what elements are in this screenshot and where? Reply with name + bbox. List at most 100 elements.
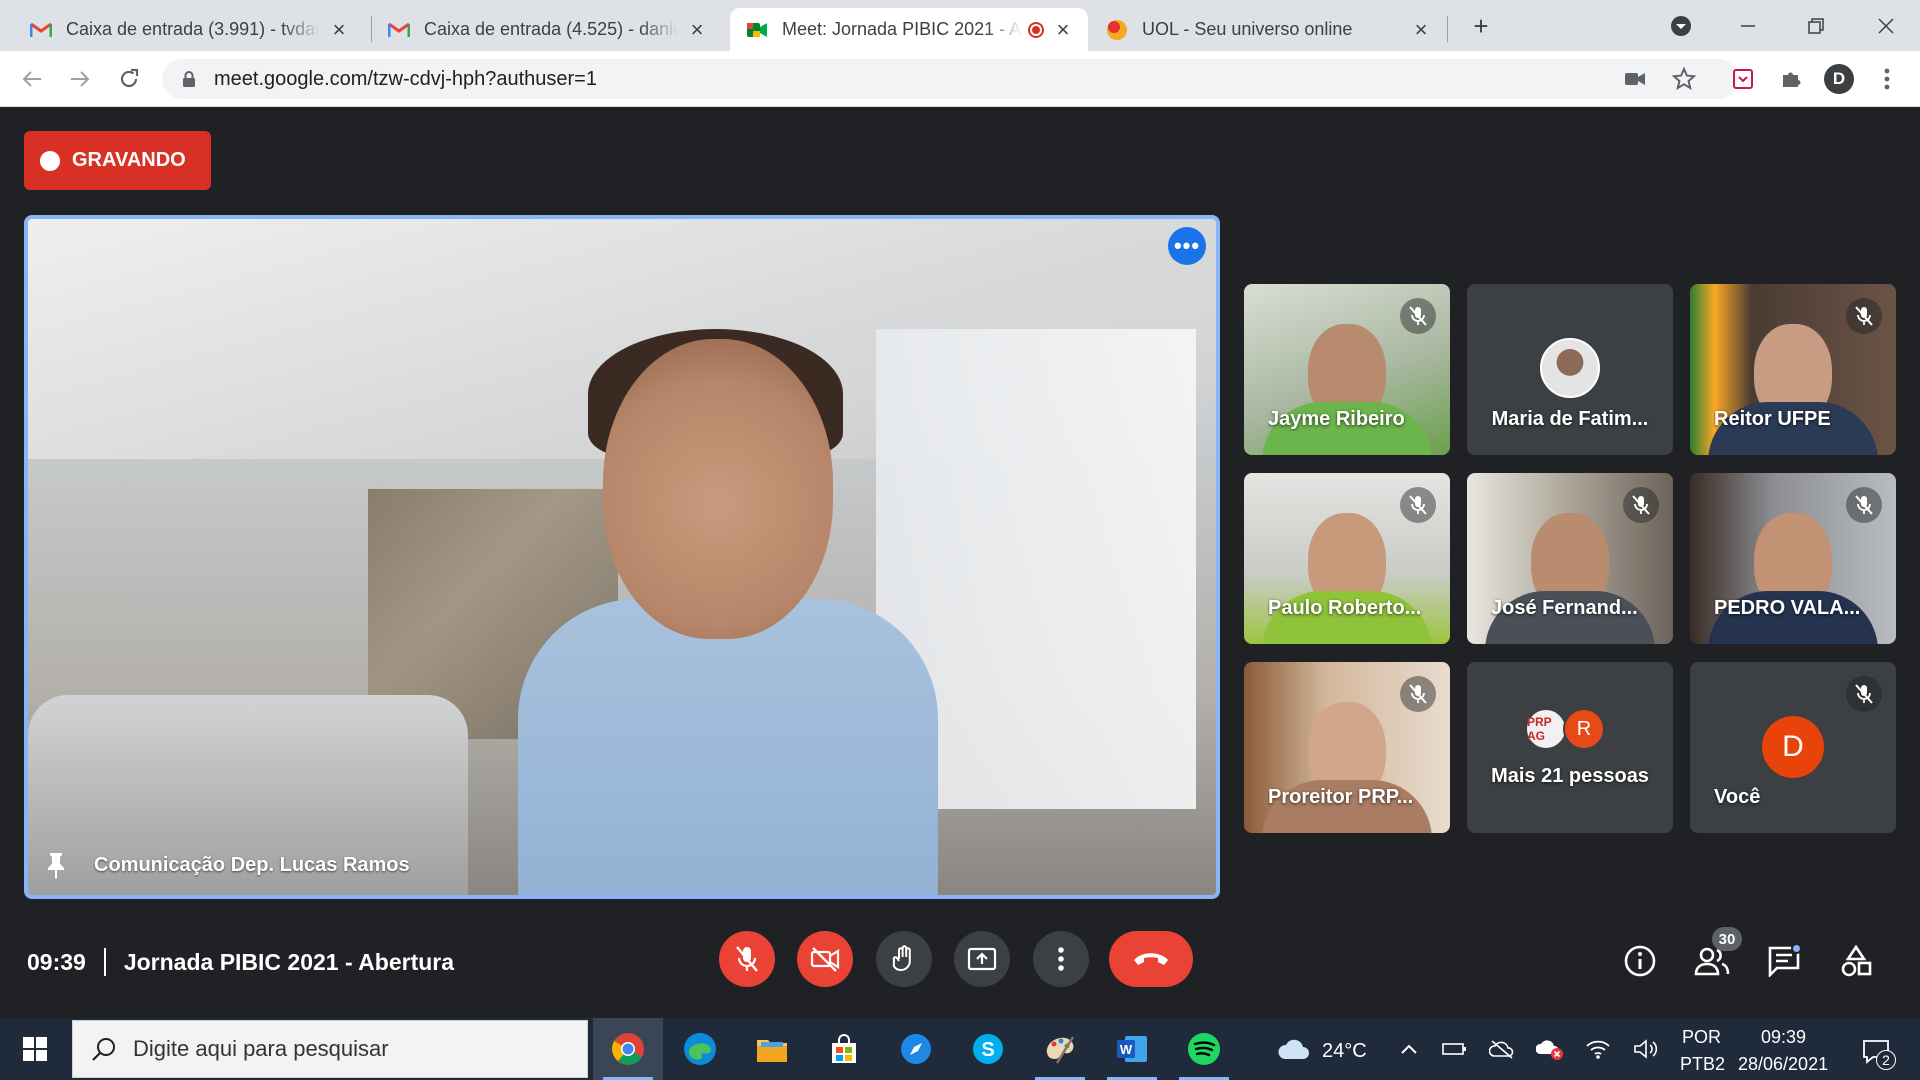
window-close-icon[interactable]: [1870, 10, 1902, 42]
back-arrow-icon[interactable]: [14, 61, 50, 97]
leave-call-button[interactable]: [1109, 931, 1193, 987]
participant-tile[interactable]: PEDRO VALA...: [1690, 473, 1896, 644]
battery-icon[interactable]: [1440, 1036, 1468, 1062]
recording-indicator-icon: [1028, 21, 1044, 38]
tab-title: Caixa de entrada (4.525) - daniel.: [424, 19, 678, 39]
skype-app-icon[interactable]: S: [953, 1018, 1023, 1080]
tab-gmail-2[interactable]: Caixa de entrada (4.525) - daniel. ×: [372, 8, 722, 51]
forward-arrow-icon[interactable]: [62, 61, 98, 97]
mic-off-icon: [1400, 298, 1436, 334]
chat-button[interactable]: [1760, 937, 1808, 985]
windows-start-icon[interactable]: [0, 1018, 70, 1080]
uol-icon: [1106, 19, 1128, 41]
browser-menu-icon[interactable]: [1867, 59, 1907, 99]
present-screen-button[interactable]: [954, 931, 1010, 987]
close-icon[interactable]: ×: [686, 18, 708, 41]
pin-icon[interactable]: [44, 851, 68, 879]
participant-tile[interactable]: Paulo Roberto...: [1244, 473, 1450, 644]
weather-cloud-icon[interactable]: [1276, 1036, 1312, 1062]
participant-tile[interactable]: Maria de Fatim...: [1467, 284, 1673, 455]
new-tab-plus-icon[interactable]: +: [1465, 10, 1497, 42]
participant-tile[interactable]: Proreitor PRP...: [1244, 662, 1450, 833]
tab-gmail-1[interactable]: Caixa de entrada (3.991) - tvdanie ×: [14, 8, 364, 51]
participant-tile[interactable]: Reitor UFPE: [1690, 284, 1896, 455]
participants-button[interactable]: 30: [1688, 927, 1742, 985]
wifi-icon[interactable]: [1584, 1036, 1612, 1062]
notifications-icon[interactable]: 2: [1858, 1036, 1896, 1070]
restore-icon[interactable]: [1800, 10, 1832, 42]
tab-meet[interactable]: Meet: Jornada PIBIC 2021 - A ×: [730, 8, 1088, 51]
taskbar-clock-date[interactable]: 28/06/2021: [1738, 1054, 1828, 1075]
file-explorer-icon[interactable]: [737, 1018, 807, 1080]
recording-badge[interactable]: GRAVANDO: [24, 131, 211, 190]
more-participants-tile[interactable]: PRP AG R Mais 21 pessoas: [1467, 662, 1673, 833]
keyboard-layout[interactable]: PTB2: [1680, 1054, 1725, 1075]
mic-off-icon: [1623, 487, 1659, 523]
close-icon[interactable]: ×: [1410, 18, 1432, 41]
safari-style-app-icon[interactable]: [881, 1018, 951, 1080]
tile-more-options-icon[interactable]: •••: [1168, 227, 1206, 265]
mic-off-icon: [1400, 676, 1436, 712]
close-icon[interactable]: ×: [1052, 18, 1074, 41]
store-app-icon[interactable]: [809, 1018, 879, 1080]
participant-name: Jayme Ribeiro: [1268, 408, 1405, 430]
notification-count: 2: [1876, 1050, 1896, 1070]
taskbar-clock-time[interactable]: 09:39: [1761, 1027, 1806, 1048]
browser-toolbar: meet.google.com/tzw-cdvj-hph?authuser=1 …: [0, 51, 1920, 107]
mic-off-icon: [1846, 676, 1882, 712]
tab-title: Meet: Jornada PIBIC 2021 - A: [782, 19, 1022, 39]
paint-app-icon[interactable]: [1025, 1018, 1095, 1080]
spotify-app-icon[interactable]: [1169, 1018, 1239, 1080]
tab-title: Caixa de entrada (3.991) - tvdanie: [66, 19, 320, 39]
tab-separator: [1447, 16, 1448, 42]
recording-label: GRAVANDO: [72, 149, 186, 171]
word-app-icon[interactable]: W: [1097, 1018, 1167, 1080]
self-tile[interactable]: D Você: [1690, 662, 1896, 833]
close-icon[interactable]: ×: [328, 18, 350, 41]
tab-uol[interactable]: UOL - Seu universo online ×: [1090, 8, 1446, 51]
chevron-up-icon[interactable]: [1395, 1036, 1423, 1062]
extension-shield-icon[interactable]: [1723, 59, 1763, 99]
participant-tile[interactable]: Jayme Ribeiro: [1244, 284, 1450, 455]
meet-icon: [746, 19, 768, 41]
minimize-icon[interactable]: [1732, 10, 1764, 42]
speaker-name-label: Comunicação Dep. Lucas Ramos: [94, 853, 410, 876]
bookmark-star-icon[interactable]: [1664, 59, 1704, 99]
tab-search-icon[interactable]: [1665, 10, 1697, 42]
chrome-app-icon[interactable]: [593, 1018, 663, 1080]
participant-name: José Fernand...: [1491, 597, 1638, 619]
profile-avatar[interactable]: D: [1819, 59, 1859, 99]
reload-icon[interactable]: [111, 61, 147, 97]
participant-count-badge: 30: [1712, 927, 1742, 951]
edge-app-icon[interactable]: [665, 1018, 735, 1080]
participant-tile[interactable]: José Fernand...: [1467, 473, 1673, 644]
participant-name: Você: [1714, 786, 1761, 808]
main-speaker-tile[interactable]: ••• Comunicação Dep. Lucas Ramos: [24, 215, 1220, 899]
more-participants-label: Mais 21 pessoas: [1491, 765, 1649, 787]
more-vert-icon: [1058, 947, 1064, 971]
mic-off-icon: [1400, 487, 1436, 523]
activities-button[interactable]: [1832, 937, 1880, 985]
participant-name: Paulo Roberto...: [1268, 597, 1422, 619]
onedrive-error-icon[interactable]: [1536, 1036, 1564, 1062]
present-screen-icon: [967, 947, 997, 971]
lock-icon: [183, 71, 195, 87]
address-bar[interactable]: meet.google.com/tzw-cdvj-hph?authuser=1: [162, 59, 1738, 99]
extensions-puzzle-icon[interactable]: [1771, 59, 1811, 99]
camera-toggle-button[interactable]: [797, 931, 853, 987]
meeting-details-button[interactable]: [1616, 937, 1664, 985]
mic-toggle-button[interactable]: [719, 931, 775, 987]
hang-up-icon: [1134, 953, 1168, 965]
camera-in-use-icon[interactable]: [1615, 59, 1655, 99]
more-participants-avatars: PRP AG R: [1525, 708, 1615, 752]
onedrive-offline-icon[interactable]: [1488, 1036, 1516, 1062]
main-speaker-name: Comunicação Dep. Lucas Ramos: [44, 851, 410, 879]
volume-icon[interactable]: [1632, 1036, 1660, 1062]
raise-hand-button[interactable]: [876, 931, 932, 987]
input-language[interactable]: POR: [1682, 1027, 1721, 1048]
participant-name: Proreitor PRP...: [1268, 786, 1414, 808]
unread-dot: [1791, 943, 1802, 954]
taskbar-search-box[interactable]: Digite aqui para pesquisar: [72, 1020, 588, 1078]
more-options-button[interactable]: [1033, 931, 1089, 987]
svg-text:W: W: [1120, 1042, 1133, 1057]
